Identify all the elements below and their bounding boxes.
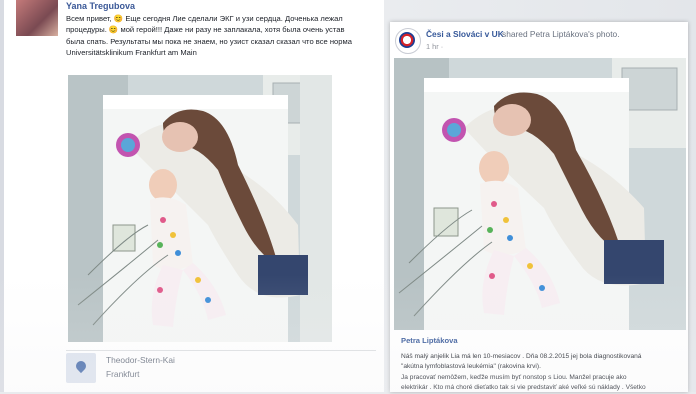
page-logo[interactable] (395, 28, 421, 54)
right-post-photo[interactable] (394, 58, 686, 330)
location-city: Frankfurt (106, 369, 140, 379)
left-post-photo[interactable] (68, 75, 332, 342)
right-post-author[interactable]: Petra Liptákova (401, 336, 458, 345)
right-post-card: Česi a Slováci v UK shared Petra Liptáko… (390, 22, 688, 392)
hospital-photo (394, 58, 686, 330)
left-post-text: Всем привет, 😊 Еще сегодня Лие сделали Э… (66, 14, 352, 58)
left-post-author[interactable]: Yana Tregubova (66, 1, 135, 11)
avatar[interactable] (16, 0, 58, 36)
map-pin-icon (66, 353, 96, 383)
right-post-text: Náš malý anjelik Lia má len 10-mesiacov … (401, 353, 646, 392)
hospital-photo (68, 75, 332, 342)
page-name[interactable]: Česi a Slováci v UK (426, 29, 504, 39)
location-name[interactable]: Theodor-Stern-Kai (106, 355, 175, 365)
shared-text: shared Petra Liptákova's photo. (502, 29, 620, 39)
post-time[interactable]: 1 hr · (426, 42, 443, 51)
location-card[interactable]: Theodor-Stern-Kai Frankfurt (66, 350, 376, 393)
